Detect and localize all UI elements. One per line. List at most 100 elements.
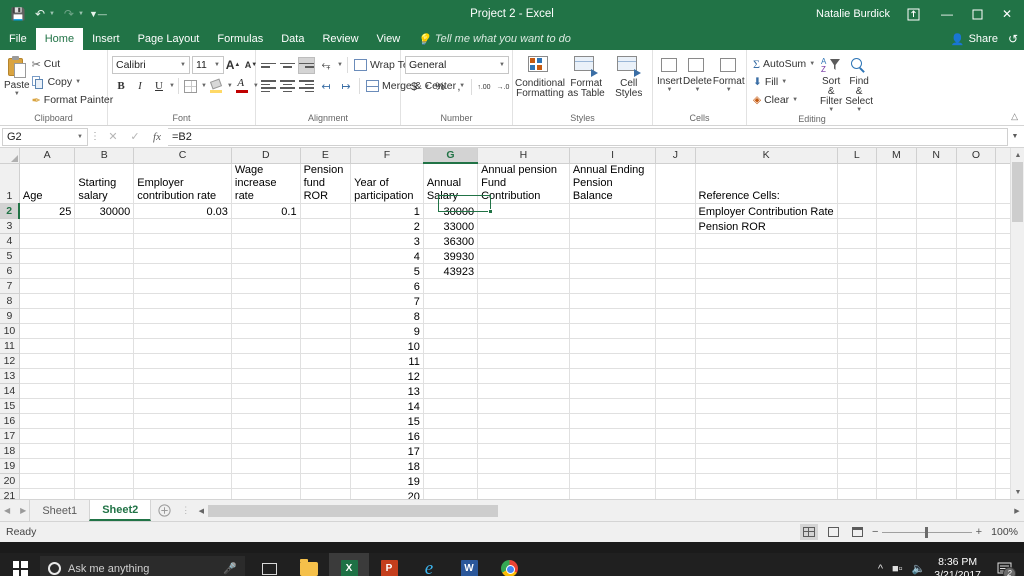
row-header-1[interactable]: 1 xyxy=(0,163,20,204)
scroll-down-icon[interactable]: ▼ xyxy=(1011,485,1024,499)
fill-handle[interactable] xyxy=(488,209,493,214)
fill-button[interactable]: ⬇ Fill ▼ xyxy=(751,73,817,91)
cell-D6[interactable] xyxy=(231,263,301,279)
col-header-A[interactable]: A xyxy=(19,148,76,164)
word-taskbar-button[interactable]: W xyxy=(449,553,489,576)
name-box[interactable]: G2 ▼ xyxy=(2,127,88,146)
delete-caret-icon[interactable]: ▼ xyxy=(694,87,700,93)
cell-J17[interactable] xyxy=(655,428,696,444)
col-header-O[interactable]: O xyxy=(956,148,997,164)
cell-G21[interactable] xyxy=(423,488,479,499)
split-handle[interactable]: ⋮ xyxy=(181,505,190,516)
zoom-slider[interactable]: − + xyxy=(872,526,982,538)
cell-C6[interactable] xyxy=(133,263,232,279)
cell-B9[interactable] xyxy=(74,308,135,324)
cell-N9[interactable] xyxy=(916,308,957,324)
find-select-button[interactable]: Find & Select ▼ xyxy=(845,54,873,113)
cell-B8[interactable] xyxy=(74,293,135,309)
cell-K19[interactable] xyxy=(695,458,838,474)
vertical-scroll-thumb[interactable] xyxy=(1012,162,1023,222)
cell-N7[interactable] xyxy=(916,278,957,294)
clear-caret-icon[interactable]: ▼ xyxy=(792,97,798,103)
hscroll-right-icon[interactable]: ▶ xyxy=(1010,503,1024,518)
cell-M20[interactable] xyxy=(876,473,917,489)
cell-D16[interactable] xyxy=(231,413,301,429)
align-middle-icon[interactable] xyxy=(279,57,296,74)
cell-O20[interactable] xyxy=(956,473,997,489)
row-header-18[interactable]: 18 xyxy=(0,443,20,459)
cell-D7[interactable] xyxy=(231,278,301,294)
cell-B21[interactable] xyxy=(74,488,135,499)
font-size-caret-icon[interactable]: ▼ xyxy=(214,62,220,68)
align-right-icon[interactable] xyxy=(298,78,315,95)
cell-E10[interactable] xyxy=(300,323,352,339)
currency-button[interactable]: $ xyxy=(405,78,423,96)
cell-B4[interactable] xyxy=(74,233,135,249)
cell-C5[interactable] xyxy=(133,248,232,264)
font-color-button[interactable]: A xyxy=(234,77,252,95)
cell-J14[interactable] xyxy=(655,383,696,399)
cell-C21[interactable] xyxy=(133,488,232,499)
cell-O11[interactable] xyxy=(956,338,997,354)
cell-N4[interactable] xyxy=(916,233,957,249)
cell-F5[interactable]: 4 xyxy=(350,248,424,264)
cell-G9[interactable] xyxy=(423,308,479,324)
cell-H18[interactable] xyxy=(477,443,570,459)
cell-M11[interactable] xyxy=(876,338,917,354)
maximize-restore-button[interactable] xyxy=(962,0,992,28)
cell-C7[interactable] xyxy=(133,278,232,294)
cell-B7[interactable] xyxy=(74,278,135,294)
row-header-10[interactable]: 10 xyxy=(0,323,20,339)
zoom-thumb[interactable] xyxy=(925,526,929,538)
cell-N6[interactable] xyxy=(916,263,957,279)
cell-E7[interactable] xyxy=(300,278,352,294)
cell-J7[interactable] xyxy=(655,278,696,294)
cell-K5[interactable] xyxy=(695,248,838,264)
cell-N18[interactable] xyxy=(916,443,957,459)
copy-button[interactable]: Copy ▼ xyxy=(30,73,116,91)
align-left-icon[interactable] xyxy=(260,78,277,95)
cell-K13[interactable] xyxy=(695,368,838,384)
cell-A5[interactable] xyxy=(19,248,76,264)
cell-E17[interactable] xyxy=(300,428,352,444)
grow-font-icon[interactable]: A ▲ xyxy=(224,56,242,74)
cell-H13[interactable] xyxy=(477,368,570,384)
tab-review[interactable]: Review xyxy=(313,28,367,50)
cell-G8[interactable] xyxy=(423,293,479,309)
cell-O7[interactable] xyxy=(956,278,997,294)
cell-H4[interactable] xyxy=(477,233,570,249)
edge-taskbar-button[interactable]: e xyxy=(409,553,449,576)
cell-M5[interactable] xyxy=(876,248,917,264)
chrome-taskbar-button[interactable] xyxy=(489,553,529,576)
row-header-13[interactable]: 13 xyxy=(0,368,20,384)
cell-D9[interactable] xyxy=(231,308,301,324)
cell-F4[interactable]: 3 xyxy=(350,233,424,249)
cell-F14[interactable]: 13 xyxy=(350,383,424,399)
cell-B6[interactable] xyxy=(74,263,135,279)
cell-C15[interactable] xyxy=(133,398,232,414)
cell-N17[interactable] xyxy=(916,428,957,444)
cell-D1[interactable]: Wage increase rate xyxy=(231,163,301,204)
cell-K12[interactable] xyxy=(695,353,838,369)
comma-style-button[interactable]: , xyxy=(450,78,468,96)
cell-N14[interactable] xyxy=(916,383,957,399)
col-header-H[interactable]: H xyxy=(477,148,570,164)
cell-J2[interactable] xyxy=(655,203,696,219)
cell-G20[interactable] xyxy=(423,473,479,489)
cell-A9[interactable] xyxy=(19,308,76,324)
cell-styles-button[interactable]: Cell Styles xyxy=(609,54,648,99)
align-center-icon[interactable] xyxy=(279,78,296,95)
cell-N20[interactable] xyxy=(916,473,957,489)
cell-J3[interactable] xyxy=(655,218,696,234)
cell-B19[interactable] xyxy=(74,458,135,474)
cell-I11[interactable] xyxy=(569,338,657,354)
cell-C1[interactable]: Employer contribution rate xyxy=(133,163,232,204)
cell-L6[interactable] xyxy=(837,263,877,279)
number-format-caret-icon[interactable]: ▼ xyxy=(499,62,505,68)
zoom-in-icon[interactable]: + xyxy=(976,526,982,538)
cell-E16[interactable] xyxy=(300,413,352,429)
cell-G11[interactable] xyxy=(423,338,479,354)
cell-B5[interactable] xyxy=(74,248,135,264)
cell-I18[interactable] xyxy=(569,443,657,459)
cell-C18[interactable] xyxy=(133,443,232,459)
